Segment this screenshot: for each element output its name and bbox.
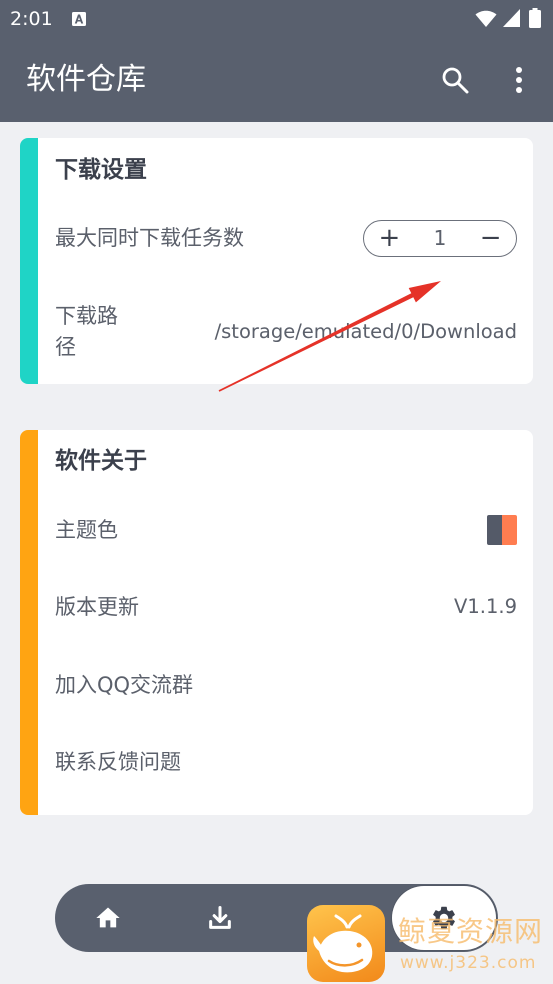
more-vert-icon[interactable] [509, 65, 529, 95]
max-tasks-row: 最大同时下载任务数 + 1 − [38, 204, 533, 272]
watermark-url: www.j323.com [400, 953, 537, 973]
nav-item-download[interactable] [180, 884, 260, 952]
version-update-label: 版本更新 [55, 595, 139, 619]
max-tasks-value: 1 [433, 226, 447, 250]
theme-color-swatch[interactable] [487, 515, 517, 545]
app-title: 软件仓库 [26, 62, 146, 97]
increment-button[interactable]: + [364, 221, 415, 255]
download-icon [209, 905, 231, 929]
theme-color-label: 主题色 [55, 518, 118, 542]
nav-item-home[interactable] [68, 884, 148, 952]
download-path-label: 下载路径 [55, 304, 118, 359]
search-icon[interactable] [441, 66, 469, 94]
max-tasks-stepper: + 1 − [363, 219, 517, 257]
whale-logo-graphic [313, 914, 373, 973]
feedback-label: 联系反馈问题 [55, 750, 181, 774]
version-value: V1.1.9 [454, 595, 517, 618]
app-bar: 软件仓库 [0, 38, 553, 122]
download-settings-title: 下载设置 [55, 157, 147, 183]
signal-icon [503, 9, 520, 27]
battery-icon [529, 8, 541, 28]
max-tasks-label: 最大同时下载任务数 [55, 226, 244, 250]
about-title: 软件关于 [55, 448, 147, 474]
wifi-icon [475, 10, 497, 27]
a-notification-icon [72, 12, 86, 26]
about-card: 软件关于 主题色 版本更新 V1.1.9 加入QQ交流群 联系反馈问题 [20, 430, 533, 815]
status-bar: 2:01 [0, 0, 553, 38]
download-settings-accent-stripe [20, 138, 38, 384]
status-time: 2:01 [10, 8, 53, 30]
qq-group-label: 加入QQ交流群 [55, 673, 194, 697]
swatch-accent-half [502, 515, 517, 545]
whale-logo-icon [307, 905, 385, 982]
download-path-value: /storage/emulated/0/Download [214, 320, 517, 343]
about-accent-stripe [20, 430, 38, 815]
version-update-row[interactable]: 版本更新 V1.1.9 [38, 573, 533, 641]
download-path-row[interactable]: 下载路径 /storage/emulated/0/Download [38, 284, 533, 380]
watermark-name: 鲸夏资源网 [398, 915, 544, 948]
page: { "status_bar": { "time": "2:01", "icons… [0, 0, 553, 984]
home-icon [96, 907, 120, 928]
theme-color-row[interactable]: 主题色 [38, 496, 533, 564]
feedback-row[interactable]: 联系反馈问题 [38, 728, 533, 796]
download-settings-card: 下载设置 最大同时下载任务数 + 1 − 下载路径 /storage/emula… [20, 138, 533, 384]
swatch-primary-half [487, 515, 502, 545]
decrement-button[interactable]: − [465, 221, 516, 255]
qq-group-row[interactable]: 加入QQ交流群 [38, 651, 533, 719]
